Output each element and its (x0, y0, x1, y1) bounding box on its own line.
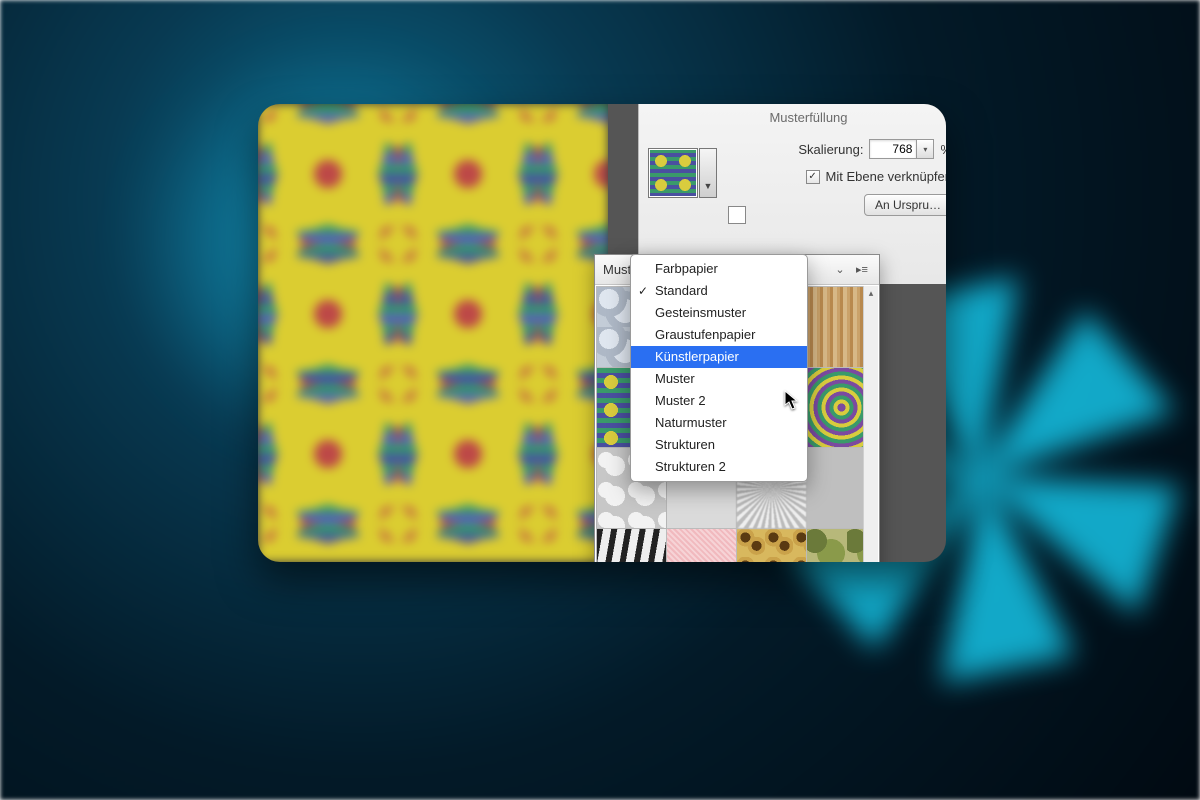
menu-item[interactable]: Strukturen (631, 434, 807, 456)
current-pattern-swatch[interactable] (648, 148, 698, 198)
scale-stepper[interactable]: ▾ (917, 139, 934, 159)
picker-flyout-icon[interactable]: ▸≡ (853, 261, 871, 279)
menu-item[interactable]: Farbpapier (631, 258, 807, 280)
picker-dropdown-icon[interactable]: ⌄ (831, 261, 849, 279)
pattern-thumb[interactable] (596, 528, 667, 563)
scale-input[interactable] (869, 139, 917, 159)
secondary-swatch[interactable] (728, 206, 746, 224)
scroll-up-icon[interactable]: ▴ (864, 286, 878, 300)
scale-unit: % (940, 142, 946, 157)
menu-item[interactable]: Naturmuster (631, 412, 807, 434)
document-canvas[interactable] (258, 104, 608, 562)
menu-item[interactable]: Muster (631, 368, 807, 390)
snap-origin-button[interactable]: An Urspru… (864, 194, 946, 216)
app-window: Musterfüllung Skalierung: ▾ % ✓ Mit Eben… (258, 104, 946, 562)
menu-item[interactable]: Strukturen 2 (631, 456, 807, 478)
pattern-set-menu[interactable]: FarbpapierStandardGesteinsmusterGraustuf… (630, 254, 808, 482)
mouse-cursor-icon (784, 390, 800, 410)
scale-label: Skalierung: (798, 142, 863, 157)
pattern-thumb[interactable] (736, 528, 807, 563)
pattern-thumb[interactable] (666, 528, 737, 563)
menu-item[interactable]: Standard (631, 280, 807, 302)
dialog-title: Musterfüllung (639, 104, 946, 135)
menu-item[interactable]: Künstlerpapier (631, 346, 807, 368)
link-layer-checkbox[interactable]: ✓ (806, 170, 820, 184)
menu-item[interactable]: Graustufenpapier (631, 324, 807, 346)
menu-item[interactable]: Muster 2 (631, 390, 807, 412)
link-layer-label: Mit Ebene verknüpfen (826, 169, 946, 184)
pattern-swatch-dropdown[interactable]: ▼ (699, 148, 717, 198)
picker-scrollbar[interactable]: ▴ ▾ (863, 286, 878, 562)
menu-item[interactable]: Gesteinsmuster (631, 302, 807, 324)
